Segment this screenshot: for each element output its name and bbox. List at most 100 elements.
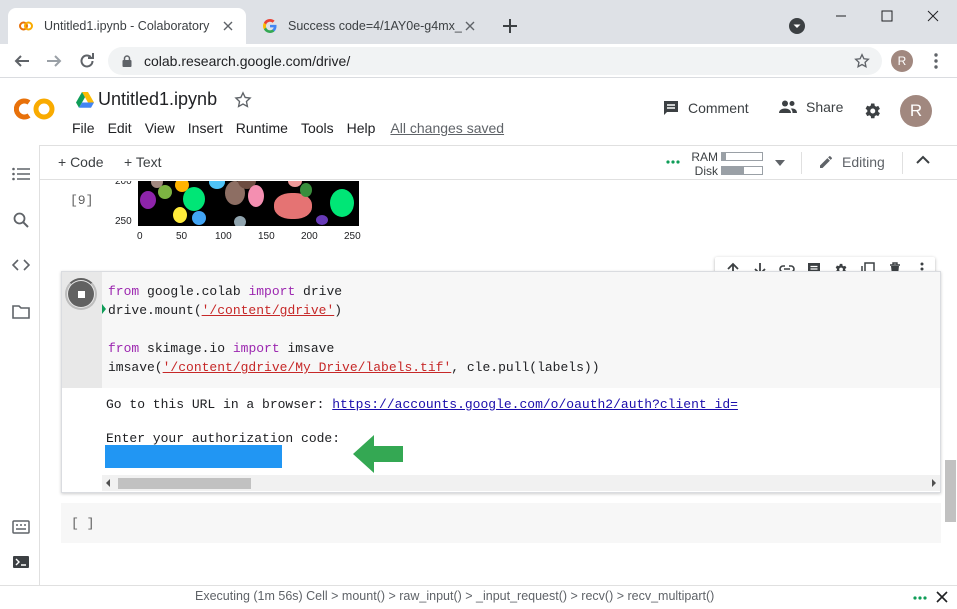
tab-search-icon[interactable] bbox=[788, 17, 806, 35]
x-tick-label: 100 bbox=[215, 231, 232, 242]
plot-blob bbox=[316, 215, 328, 225]
editing-mode-button[interactable]: Editing bbox=[818, 154, 885, 170]
menu-runtime[interactable]: Runtime bbox=[236, 120, 288, 136]
google-favicon-icon bbox=[262, 18, 278, 34]
code-token: skimage.io bbox=[139, 341, 233, 356]
authorization-code-input[interactable] bbox=[105, 445, 282, 468]
menu-bar: File Edit View Insert Runtime Tools Help… bbox=[72, 120, 517, 136]
x-tick-label: 50 bbox=[176, 231, 188, 242]
menu-view[interactable]: View bbox=[145, 120, 175, 136]
empty-code-cell[interactable]: [ ] bbox=[61, 503, 941, 543]
status-bar: Executing (1m 56s) Cell > mount() > raw_… bbox=[0, 585, 957, 609]
reload-icon[interactable] bbox=[75, 49, 99, 73]
code-token: import bbox=[248, 284, 296, 299]
code-token: import bbox=[232, 341, 280, 356]
google-drive-icon[interactable] bbox=[76, 92, 94, 108]
y-tick-label: 200 bbox=[115, 181, 132, 187]
current-line-marker bbox=[102, 304, 106, 314]
runtime-dropdown-icon[interactable] bbox=[775, 160, 785, 166]
plot-blob bbox=[192, 211, 206, 225]
menu-insert[interactable]: Insert bbox=[188, 120, 223, 136]
notebook-content: [9] 200 250 0 50 100 150 200 250 from go… bbox=[41, 181, 944, 585]
back-arrow-icon[interactable] bbox=[10, 49, 34, 73]
browser-profile-avatar[interactable]: R bbox=[891, 50, 913, 72]
x-tick-label: 150 bbox=[258, 231, 275, 242]
auth-url-link[interactable]: https://accounts.google.com/o/oauth2/aut… bbox=[332, 397, 738, 412]
share-button[interactable]: Share bbox=[778, 99, 843, 115]
disk-usage-fill bbox=[722, 167, 744, 174]
comment-button[interactable]: Comment bbox=[662, 99, 749, 117]
colab-favicon-icon bbox=[18, 18, 34, 34]
new-tab-icon[interactable] bbox=[498, 14, 522, 38]
minimize-icon[interactable] bbox=[818, 0, 864, 32]
scroll-left-arrow-icon[interactable] bbox=[106, 479, 110, 487]
menu-tools[interactable]: Tools bbox=[301, 120, 334, 136]
code-token: from bbox=[108, 341, 140, 356]
code-string: '/content/gdrive' bbox=[201, 303, 335, 318]
close-tab-icon[interactable] bbox=[220, 18, 236, 34]
colab-header: Untitled1.ipynb File Edit View Insert Ru… bbox=[0, 79, 957, 145]
plot-blob bbox=[209, 181, 225, 189]
plot-blob bbox=[248, 185, 264, 207]
disk-label: Disk bbox=[694, 164, 718, 178]
code-snippets-icon[interactable] bbox=[11, 255, 31, 275]
menu-file[interactable]: File bbox=[72, 120, 95, 136]
notebook-vertical-scrollbar[interactable] bbox=[944, 181, 957, 585]
url-bar[interactable]: colab.research.google.com/drive/ bbox=[108, 47, 882, 75]
toolbar-divider bbox=[902, 152, 903, 174]
close-tab-icon[interactable] bbox=[462, 18, 478, 34]
url-text: colab.research.google.com/drive/ bbox=[144, 53, 351, 69]
bookmark-star-icon[interactable] bbox=[854, 53, 870, 69]
scroll-thumb[interactable] bbox=[945, 460, 956, 522]
settings-gear-icon[interactable] bbox=[862, 101, 882, 121]
comment-label: Comment bbox=[688, 100, 749, 116]
tab-title: Untitled1.ipynb - Colaboratory bbox=[44, 19, 210, 33]
ram-label: RAM bbox=[691, 150, 718, 164]
code-cell-running[interactable]: from google.colab import drive drive.mou… bbox=[61, 271, 941, 493]
star-notebook-icon[interactable] bbox=[234, 91, 252, 109]
toolbar-divider bbox=[801, 152, 802, 174]
left-sidebar bbox=[0, 145, 40, 585]
notebook-title[interactable]: Untitled1.ipynb bbox=[98, 89, 217, 110]
files-folder-icon[interactable] bbox=[11, 302, 31, 322]
pencil-icon bbox=[820, 155, 833, 168]
window-close-icon[interactable] bbox=[910, 0, 956, 32]
collapse-header-icon[interactable] bbox=[916, 155, 930, 165]
code-token: from bbox=[108, 284, 140, 299]
cell-output: Go to this URL in a browser: https://acc… bbox=[106, 396, 738, 447]
output-horizontal-scrollbar[interactable] bbox=[102, 475, 940, 491]
plot-blob bbox=[183, 187, 205, 211]
forward-arrow-icon[interactable] bbox=[42, 49, 66, 73]
x-tick-label: 250 bbox=[344, 231, 361, 242]
editing-label: Editing bbox=[842, 154, 885, 170]
code-text[interactable]: from google.colab import drive drive.mou… bbox=[108, 282, 938, 388]
browser-menu-icon[interactable] bbox=[926, 50, 946, 72]
stop-execution-button[interactable] bbox=[68, 281, 94, 307]
y-tick-label: 250 bbox=[115, 216, 132, 227]
save-status[interactable]: All changes saved bbox=[390, 120, 504, 136]
plot-blob bbox=[140, 191, 156, 209]
ram-usage-fill bbox=[722, 153, 726, 160]
menu-edit[interactable]: Edit bbox=[108, 120, 132, 136]
add-code-button[interactable]: + Code bbox=[58, 154, 104, 170]
scroll-right-arrow-icon[interactable] bbox=[932, 479, 936, 487]
menu-help[interactable]: Help bbox=[347, 120, 376, 136]
x-tick-label: 0 bbox=[137, 231, 143, 242]
plot-blob bbox=[300, 183, 312, 197]
search-icon[interactable] bbox=[11, 210, 31, 230]
colab-logo[interactable] bbox=[14, 95, 58, 123]
user-avatar[interactable]: R bbox=[900, 95, 932, 127]
plot-blob bbox=[330, 189, 354, 217]
add-text-button[interactable]: + Text bbox=[124, 154, 162, 170]
browser-tab-colab[interactable]: Untitled1.ipynb - Colaboratory bbox=[8, 8, 246, 44]
scroll-thumb[interactable] bbox=[118, 478, 251, 489]
terminal-icon[interactable] bbox=[11, 552, 31, 572]
lock-icon bbox=[120, 54, 134, 68]
command-palette-icon[interactable] bbox=[11, 517, 31, 537]
execution-status[interactable]: Executing (1m 56s) Cell > mount() > raw_… bbox=[195, 589, 714, 603]
resource-labels[interactable]: RAM Disk bbox=[688, 150, 718, 178]
close-status-icon[interactable] bbox=[936, 591, 948, 603]
table-of-contents-icon[interactable] bbox=[11, 164, 31, 184]
maximize-icon[interactable] bbox=[864, 0, 910, 32]
browser-tab-success[interactable]: Success code=4/1AY0e-g4mx_aR bbox=[252, 8, 488, 44]
